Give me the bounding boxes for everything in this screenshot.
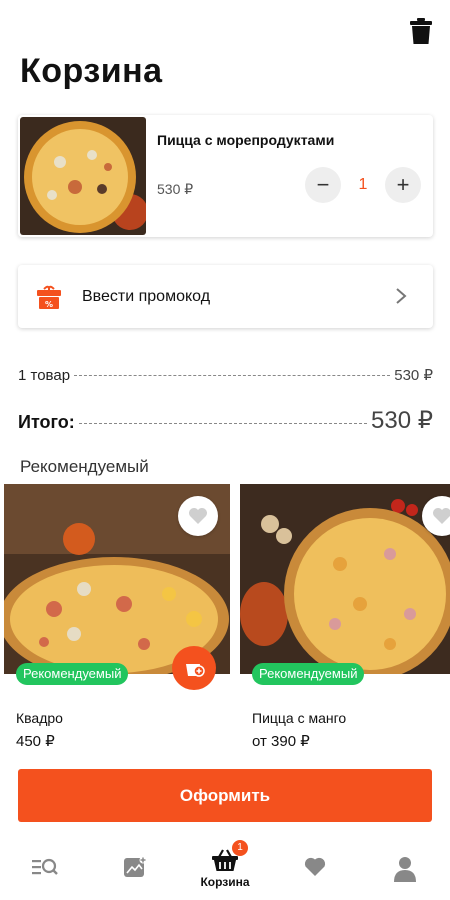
quantity-value: 1 [358,176,368,193]
checkout-button[interactable]: Оформить [18,769,432,822]
product-name: Квадро [16,710,63,726]
product-price: 450 ₽ [16,733,55,750]
gift-icon: % [37,285,61,309]
decrease-button[interactable]: − [305,167,341,203]
menu-search-icon [32,858,58,875]
tab-promotions[interactable] [90,836,180,900]
total-label: Итого: [18,412,75,432]
cart-item: Пицца с морепродуктами 530 ₽ − 1 + [18,115,433,237]
recommended-card[interactable]: Рекомендуемый Пицца с манго от 390 ₽ [240,484,450,754]
recommended-badge: Рекомендуемый [252,663,365,685]
tab-label: Корзина [200,875,250,889]
recommended-card[interactable]: Рекомендуемый Квадро 450 ₽ [4,484,230,754]
promo-code-button[interactable]: % Ввести промокод [18,265,433,328]
cart-count-badge: 1 [232,840,248,856]
total-row: Итого: 530 ₽ [18,406,433,435]
dotted-leader [78,423,368,424]
bottom-tab-bar: 1 Корзина [0,836,450,900]
items-subtotal: 530 ₽ [394,367,433,384]
product-image [240,484,450,674]
trash-icon[interactable] [410,18,432,44]
product-price: от 390 ₽ [252,733,310,750]
recommended-badge: Рекомендуемый [16,663,129,685]
heart-icon [433,508,450,524]
product-name: Пицца с манго [252,710,347,726]
increase-button[interactable]: + [385,167,421,203]
chevron-right-icon [396,288,407,304]
add-to-cart-icon [186,664,205,677]
quantity-stepper: − 1 + [305,167,421,203]
recommended-heading: Рекомендуемый [20,457,149,476]
add-to-cart-button[interactable] [172,646,216,690]
cart-item-price: 530 ₽ [157,181,194,197]
heart-icon [304,857,326,876]
promo-image-icon [124,856,147,877]
tab-profile[interactable] [360,836,450,900]
promo-label: Ввести промокод [82,288,211,305]
favorite-button[interactable] [178,496,218,536]
page-title: Корзина [20,52,163,90]
tab-favorites[interactable] [270,836,360,900]
svg-text:%: % [45,300,53,309]
tab-cart[interactable]: 1 Корзина [180,836,270,900]
total-value: 530 ₽ [371,407,433,434]
tab-menu[interactable] [0,836,90,900]
cart-item-name: Пицца с морепродуктами [157,132,335,148]
items-summary-row: 1 товар 530 ₽ [18,366,433,384]
items-count-label: 1 товар [18,367,71,384]
heart-icon [189,508,207,524]
dotted-leader [74,375,391,376]
cart-item-image [20,117,146,235]
profile-icon [394,857,416,882]
